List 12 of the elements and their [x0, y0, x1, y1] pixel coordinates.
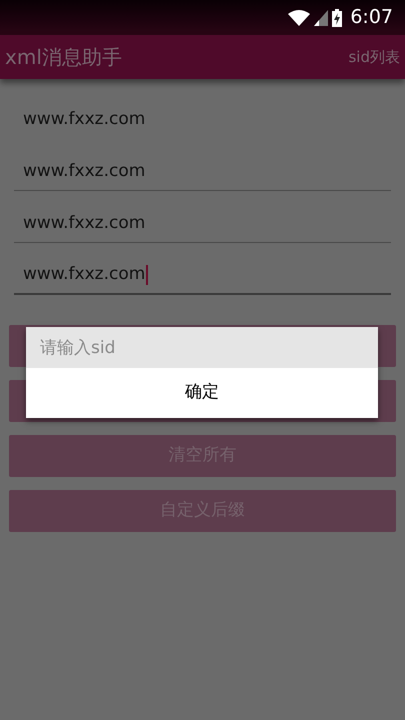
signal-icon: [314, 10, 328, 26]
battery-icon: [332, 8, 342, 26]
app-title: xml消息助手: [5, 44, 122, 71]
status-time: 6:07: [350, 5, 393, 30]
input-field[interactable]: www.fxxz.com: [14, 205, 391, 243]
sid-input-field[interactable]: 请输入sid: [26, 327, 378, 368]
sid-list-button[interactable]: sid列表: [348, 46, 400, 68]
input-field[interactable]: www.fxxz.com: [14, 257, 391, 295]
url-text: www.fxxz.com: [22, 108, 146, 132]
wifi-icon: [288, 10, 310, 26]
confirm-button[interactable]: 确定: [26, 368, 378, 418]
input-field[interactable]: www.fxxz.com: [14, 153, 391, 191]
